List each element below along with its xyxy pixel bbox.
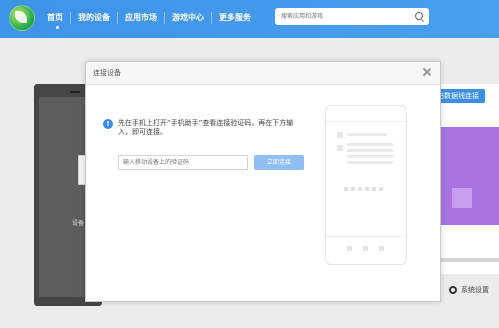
search-input[interactable]: [281, 8, 411, 25]
device-label: 设备: [72, 220, 85, 227]
connect-device-dialog: 连接设备 ! 先在手机上打开“手机助手”查看连接验证码，再在下方输入，即可连接。…: [85, 61, 441, 302]
system-settings-button[interactable]: 系统设置: [449, 285, 489, 295]
info-icon: !: [103, 119, 113, 129]
nav-active-indicator: [55, 26, 59, 29]
gear-icon: [449, 286, 457, 294]
verification-code-input[interactable]: [118, 155, 248, 170]
instruction-text: 先在手机上打开“手机助手”查看连接验证码，再在下方输入，即可连接。: [118, 119, 294, 136]
app-logo-icon[interactable]: [9, 5, 35, 31]
top-bar: 首页 我的设备 应用市场 游戏中心 更多服务: [0, 0, 499, 38]
dialog-title: 连接设备: [93, 69, 121, 77]
system-settings-label: 系统设置: [461, 286, 489, 294]
search-icon[interactable]: [415, 12, 423, 20]
nav-item-home[interactable]: 首页: [40, 12, 70, 24]
nav-item-more-services[interactable]: 更多服务: [211, 12, 258, 24]
main-nav: 首页 我的设备 应用市场 游戏中心 更多服务: [40, 12, 258, 29]
device-speaker: [70, 91, 80, 93]
phone-illustration: [325, 105, 407, 265]
search-box: [275, 8, 429, 25]
nav-item-my-devices[interactable]: 我的设备: [70, 12, 117, 24]
close-icon[interactable]: [422, 67, 432, 77]
connect-now-button[interactable]: 立即连接: [254, 155, 304, 170]
progress-track: [434, 258, 499, 262]
dialog-header: 连接设备: [86, 62, 440, 85]
puzzle-icon: [452, 188, 472, 208]
nav-item-app-market[interactable]: 应用市场: [117, 12, 164, 24]
nav-item-game-center[interactable]: 游戏中心: [164, 12, 211, 24]
cable-connect-button[interactable]: 扫数据线连接: [434, 89, 485, 103]
promo-banner[interactable]: [434, 127, 499, 225]
